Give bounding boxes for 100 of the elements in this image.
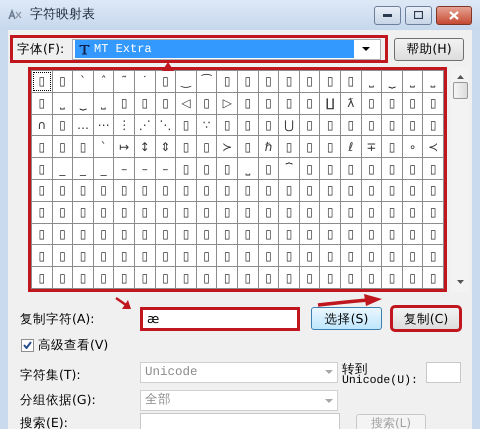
character-cell[interactable]: ▯ [423,224,443,244]
character-cell[interactable]: ▯ [320,202,340,223]
character-cell[interactable]: ▯ [320,245,340,266]
character-cell[interactable]: ▯ [238,136,258,158]
character-cell[interactable]: ▯ [382,202,402,223]
character-cell[interactable]: ▯ [279,180,299,201]
maximize-button[interactable] [405,6,432,24]
character-cell[interactable]: ▯ [73,224,93,244]
character-cell[interactable]: ∵ [196,114,216,136]
character-cell[interactable]: ▯ [114,92,134,114]
character-cell[interactable]: ▯ [217,114,237,136]
character-cell[interactable]: ▯ [341,158,361,179]
character-cell[interactable]: ▯ [73,267,93,288]
character-cell[interactable]: ▯ [156,71,176,92]
character-cell[interactable]: ▯ [32,92,52,114]
character-cell[interactable]: ▯ [176,158,196,179]
character-cell[interactable]: ▯ [73,245,93,266]
select-button[interactable]: 选择(S) [311,307,382,330]
character-cell[interactable]: _ [52,158,72,179]
character-cell[interactable]: ▯ [176,114,196,136]
character-cell[interactable]: ▯ [362,158,382,179]
character-cell[interactable]: ▯ [73,136,93,158]
character-cell[interactable]: ▯ [52,245,72,266]
character-cell[interactable]: ▯ [176,267,196,288]
character-cell[interactable]: – [114,158,134,179]
copy-button[interactable]: 复制(C) [392,307,460,330]
character-cell[interactable]: ▯ [238,267,258,288]
character-cell[interactable]: ↕ [135,136,155,158]
character-cell[interactable]: ▯ [94,245,114,266]
character-cell[interactable]: ▯ [402,224,422,244]
character-cell[interactable]: ▯ [320,224,340,244]
character-cell[interactable]: _ [94,158,114,179]
character-cell[interactable]: ▯ [32,136,52,158]
character-cell[interactable]: ▯ [156,224,176,244]
character-cell[interactable]: ▯ [362,92,382,114]
character-cell[interactable]: ▯ [114,267,134,288]
character-cell[interactable]: ▯ [32,224,52,244]
character-cell[interactable]: ⋃ [279,114,299,136]
character-cell[interactable]: ⎵ [362,71,382,92]
character-cell[interactable]: ▯ [135,267,155,288]
character-cell[interactable]: ▯ [135,202,155,223]
character-cell[interactable]: ▯ [52,267,72,288]
character-cell[interactable]: ⏟ [382,71,402,92]
character-cell[interactable]: ▯ [362,180,382,201]
character-cell[interactable]: ƛ [341,92,361,114]
character-cell[interactable]: ∓ [362,136,382,158]
character-cell[interactable]: ▯ [423,158,443,179]
character-cell[interactable]: ▯ [176,245,196,266]
character-cell[interactable]: ▯ [300,267,320,288]
character-cell[interactable]: ▯ [32,245,52,266]
character-cell[interactable]: ▯ [382,92,402,114]
character-cell[interactable]: ▯ [176,224,196,244]
character-cell[interactable]: ▯ [300,202,320,223]
character-cell[interactable]: ▯ [114,202,134,223]
character-cell[interactable]: ▯ [94,267,114,288]
character-cell[interactable]: ▯ [320,71,340,92]
character-cell[interactable]: ▯ [402,267,422,288]
character-cell[interactable]: ⋱ [156,114,176,136]
character-cell[interactable]: ≺ [423,136,443,158]
character-cell[interactable]: ∐ [320,92,340,114]
character-cell[interactable]: ⏞ [279,158,299,179]
character-cell[interactable]: ▯ [300,71,320,92]
character-cell[interactable]: ▯ [217,245,237,266]
search-field[interactable] [140,413,340,429]
character-cell[interactable]: ▯ [32,202,52,223]
character-cell[interactable]: _ [73,158,93,179]
character-cell[interactable]: ▯ [362,267,382,288]
character-cell[interactable]: ▯ [135,92,155,114]
character-cell[interactable]: ▯ [32,267,52,288]
character-cell[interactable]: ▯ [258,224,278,244]
character-cell[interactable]: ▯ [32,158,52,179]
character-cell[interactable]: ▯ [362,202,382,223]
help-button[interactable]: 帮助(H) [394,38,464,60]
minimize-button[interactable] [374,6,401,24]
character-cell[interactable]: ▯ [402,180,422,201]
character-cell[interactable]: ▯ [94,224,114,244]
character-cell[interactable]: ▯ [402,202,422,223]
character-cell[interactable]: ℓ [341,136,361,158]
character-cell[interactable]: ▯ [258,267,278,288]
character-cell[interactable]: ◁ [176,92,196,114]
character-cell[interactable]: ▯ [156,267,176,288]
character-cell[interactable]: ▯ [320,114,340,136]
character-cell[interactable]: ▯ [279,245,299,266]
character-cell[interactable]: ▯ [238,71,258,92]
character-cell[interactable]: ▯ [32,71,52,92]
character-cell[interactable]: ▷ [217,92,237,114]
character-cell[interactable]: ▯ [73,180,93,201]
character-cell[interactable]: ▯ [382,158,402,179]
character-cell[interactable]: ▯ [320,267,340,288]
character-cell[interactable]: ▯ [402,158,422,179]
character-cell[interactable]: ˜ [114,71,134,92]
character-cell[interactable]: ▯ [402,92,422,114]
character-cell[interactable]: ▯ [423,245,443,266]
character-cell[interactable]: ▯ [238,114,258,136]
character-cell[interactable]: ⋰ [135,114,155,136]
character-cell[interactable]: ▯ [196,92,216,114]
character-cell[interactable]: ▯ [279,92,299,114]
character-cell[interactable]: ▯ [258,245,278,266]
character-cell[interactable]: ▯ [279,224,299,244]
character-cell[interactable]: ▯ [238,180,258,201]
